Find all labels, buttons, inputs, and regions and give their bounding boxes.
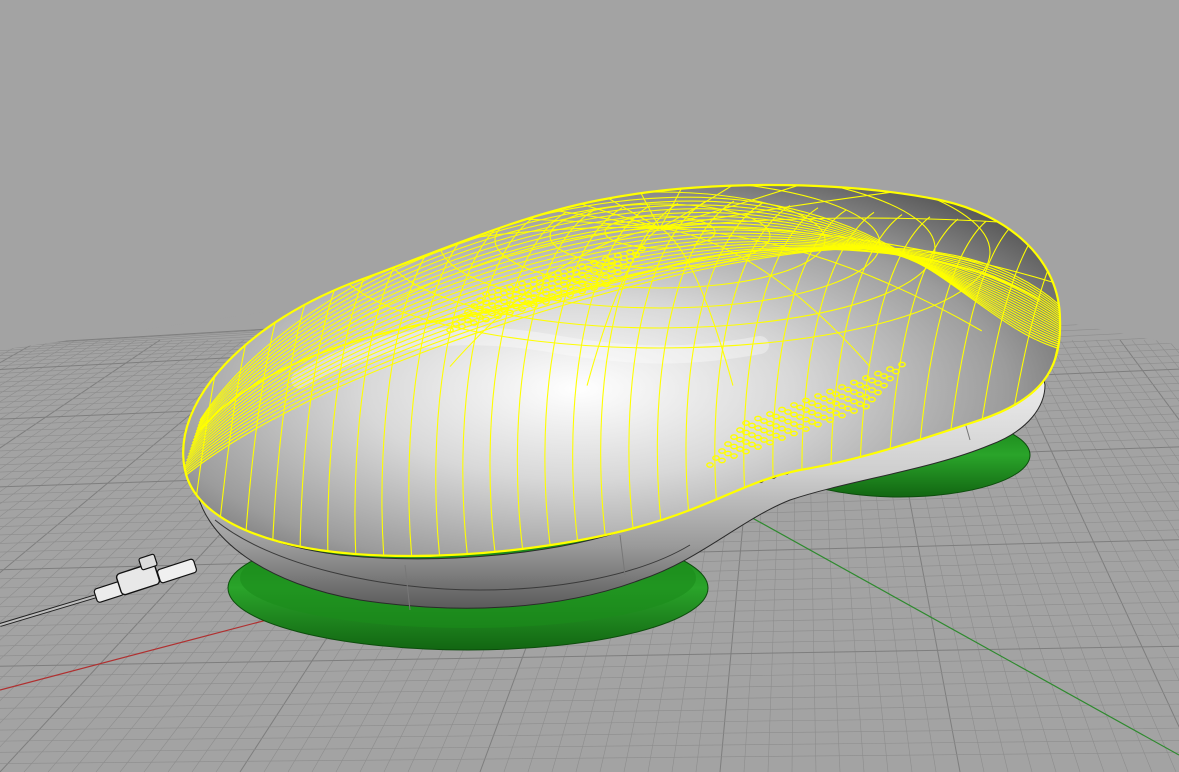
grid-line [0, 339, 65, 378]
grid-line [0, 752, 1179, 764]
grid-line [1047, 339, 1179, 569]
grid-line [0, 339, 29, 357]
grid-line [1083, 339, 1179, 486]
grid-line [0, 657, 1179, 677]
grid-line [0, 668, 1179, 688]
grid-line [0, 727, 1179, 742]
grid-line [1143, 339, 1179, 385]
connector-plug [156, 558, 198, 584]
perspective-viewport[interactable] [0, 0, 1179, 772]
connector-body [115, 562, 161, 596]
grid-line [0, 703, 1179, 720]
grid-line [0, 739, 1179, 753]
viewport-canvas[interactable] [0, 0, 1179, 772]
grid-line [1059, 339, 1179, 539]
grid-line [1095, 339, 1179, 462]
grid-line [0, 691, 1179, 709]
grid-line [0, 715, 1179, 731]
grid-line [0, 680, 1179, 698]
grid-line [0, 339, 53, 371]
grid-line [1023, 339, 1179, 640]
